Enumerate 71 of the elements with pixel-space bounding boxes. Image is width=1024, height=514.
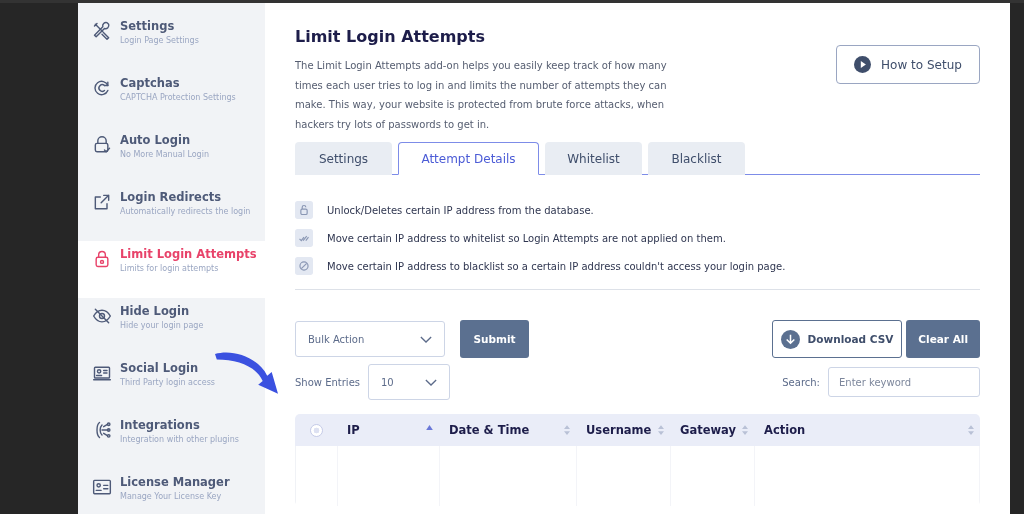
sidebar-item[interactable]: License Manager Manage Your License Key <box>78 469 265 514</box>
lock-icon <box>92 135 112 155</box>
column-header[interactable]: Username <box>586 423 652 437</box>
how-to-setup-button[interactable]: How to Setup <box>836 45 980 84</box>
sort-icon[interactable] <box>658 425 664 435</box>
chevron-down-icon <box>420 335 432 343</box>
item-title: Captchas <box>120 75 181 92</box>
item-subtitle: No More Manual Login <box>120 149 209 160</box>
item-subtitle: CAPTCHA Protection Settings <box>120 92 236 103</box>
item-title: Limit Login Attempts <box>120 246 257 263</box>
legend-text: Move certain IP address to whitelist so Login Attempts are not applied on them. <box>327 232 726 244</box>
tab[interactable]: Whitelist <box>545 142 642 175</box>
item-subtitle: Third Party login access <box>120 377 215 388</box>
play-icon <box>854 56 872 73</box>
item-subtitle: Hide your login page <box>120 320 204 331</box>
sidebar-item[interactable]: Settings Login Page Settings <box>78 13 265 70</box>
unlock-icon <box>295 201 313 219</box>
show-entries-label: Show Entries <box>295 376 360 388</box>
tab[interactable]: Blacklist <box>648 142 745 175</box>
ban-icon <box>295 257 313 275</box>
tab[interactable]: Settings <box>295 142 392 175</box>
item-subtitle: Login Page Settings <box>120 35 199 46</box>
item-subtitle: Manage Your License Key <box>120 491 223 502</box>
refresh-icon <box>92 78 112 98</box>
column-header[interactable]: Action <box>764 423 806 437</box>
download-csv-button[interactable]: Download CSV <box>771 320 903 358</box>
item-subtitle: Limits for login attempts <box>120 263 220 274</box>
item-title: Integrations <box>120 417 201 434</box>
select-all-radio[interactable] <box>309 423 323 437</box>
sidebar-item[interactable]: Login Redirects Automatically redirects the login <box>78 184 265 241</box>
contact-card-icon <box>92 363 112 383</box>
item-title: Login Redirects <box>120 189 223 206</box>
bulk-action-dropdown[interactable]: Bulk Action <box>295 321 445 357</box>
legend-text: Move certain IP address to blacklist so a certain IP address couldn't access your login page. <box>327 260 786 272</box>
sort-ascending-icon[interactable] <box>426 425 433 430</box>
item-title: Social Login <box>120 360 200 377</box>
sidebar-item[interactable]: Integrations Integration with other plugins <box>78 412 265 469</box>
double-check-icon <box>295 229 313 247</box>
search-label: Search: <box>782 376 820 388</box>
sidebar-item[interactable]: Captchas CAPTCHA Protection Settings <box>78 70 265 127</box>
sort-icon[interactable] <box>968 425 974 435</box>
column-header[interactable]: Gateway <box>680 423 737 437</box>
sort-icon[interactable] <box>564 425 570 435</box>
item-subtitle: Automatically redirects the login <box>120 206 251 217</box>
item-title: Settings <box>120 18 176 35</box>
clear-all-button[interactable]: Clear All <box>906 320 980 358</box>
id-card-icon <box>92 477 112 497</box>
tab[interactable]: Attempt Details <box>398 142 539 175</box>
lock-icon <box>92 249 112 269</box>
sort-icon[interactable] <box>742 425 748 435</box>
sidebar-item[interactable]: Social Login Third Party login access <box>78 355 265 412</box>
item-title: Auto Login <box>120 132 192 149</box>
legend-text: Unlock/Deletes certain IP address from the database. <box>327 204 594 216</box>
item-title: Hide Login <box>120 303 191 320</box>
search-field[interactable]: Enter keyword <box>828 367 980 397</box>
eye-off-icon <box>92 306 112 326</box>
sidebar-item[interactable]: Auto Login No More Manual Login <box>78 127 265 184</box>
download-icon <box>780 329 800 349</box>
chevron-down-icon <box>425 378 437 386</box>
column-header[interactable]: IP <box>347 423 360 437</box>
external-link-icon <box>92 192 112 212</box>
item-subtitle: Integration with other plugins <box>120 434 239 445</box>
page-description: The Limit Login Attempts add-on helps you easily keep track of how many times each user tries to log in and limits the number of attempts they can make. This way, your website is protected from brute force attacks, when hackers try lots of passwords to get in. <box>295 59 668 132</box>
entries-dropdown[interactable]: 10 <box>368 364 450 400</box>
item-title: License Manager <box>120 474 230 491</box>
page-title: Limit Login Attempts <box>295 27 486 46</box>
submit-button[interactable]: Submit <box>460 320 529 358</box>
column-header[interactable]: Date & Time <box>449 423 530 437</box>
sidebar-item[interactable]: Hide Login Hide your login page <box>78 298 265 355</box>
tools-icon <box>92 21 112 41</box>
sidebar-item[interactable]: Limit Login Attempts Limits for login attempts <box>78 241 265 298</box>
